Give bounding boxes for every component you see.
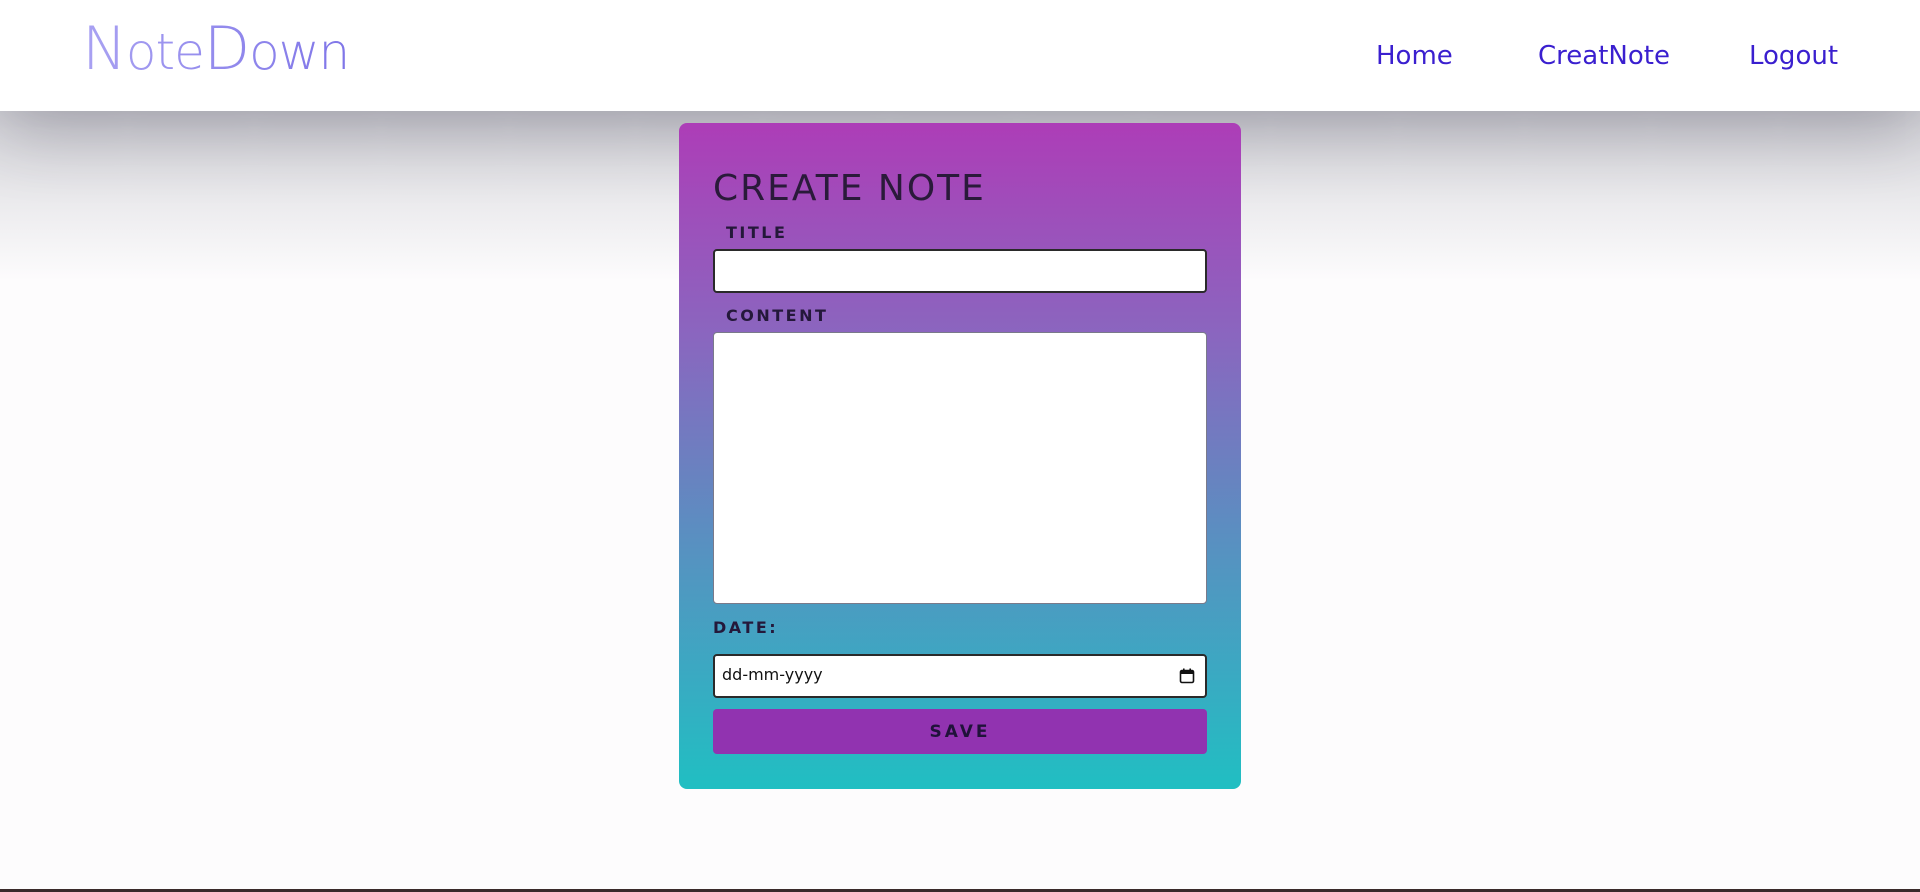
calendar-icon[interactable]	[1179, 668, 1195, 684]
content-textarea[interactable]	[713, 332, 1207, 604]
nav-link-create-note[interactable]: CreatNote	[1538, 38, 1670, 74]
nav-link-home[interactable]: Home	[1376, 38, 1453, 74]
nav-link-logout[interactable]: Logout	[1749, 38, 1838, 74]
title-label: TITLE	[726, 223, 788, 242]
navbar: NoteDown Home CreatNote Logout	[0, 0, 1920, 111]
title-input[interactable]	[713, 249, 1207, 293]
create-note-card: CREATE NOTE TITLE CONTENT DATE: dd-mm-yy…	[679, 123, 1241, 789]
content-label: CONTENT	[726, 306, 829, 325]
date-label: DATE:	[713, 618, 779, 637]
date-input[interactable]: dd-mm-yyyy	[713, 654, 1207, 698]
date-placeholder: dd-mm-yyyy	[722, 665, 823, 684]
page-title: CREATE NOTE	[713, 168, 986, 209]
save-button[interactable]: SAVE	[713, 709, 1207, 754]
nav-links: Home CreatNote Logout	[0, 38, 1920, 74]
